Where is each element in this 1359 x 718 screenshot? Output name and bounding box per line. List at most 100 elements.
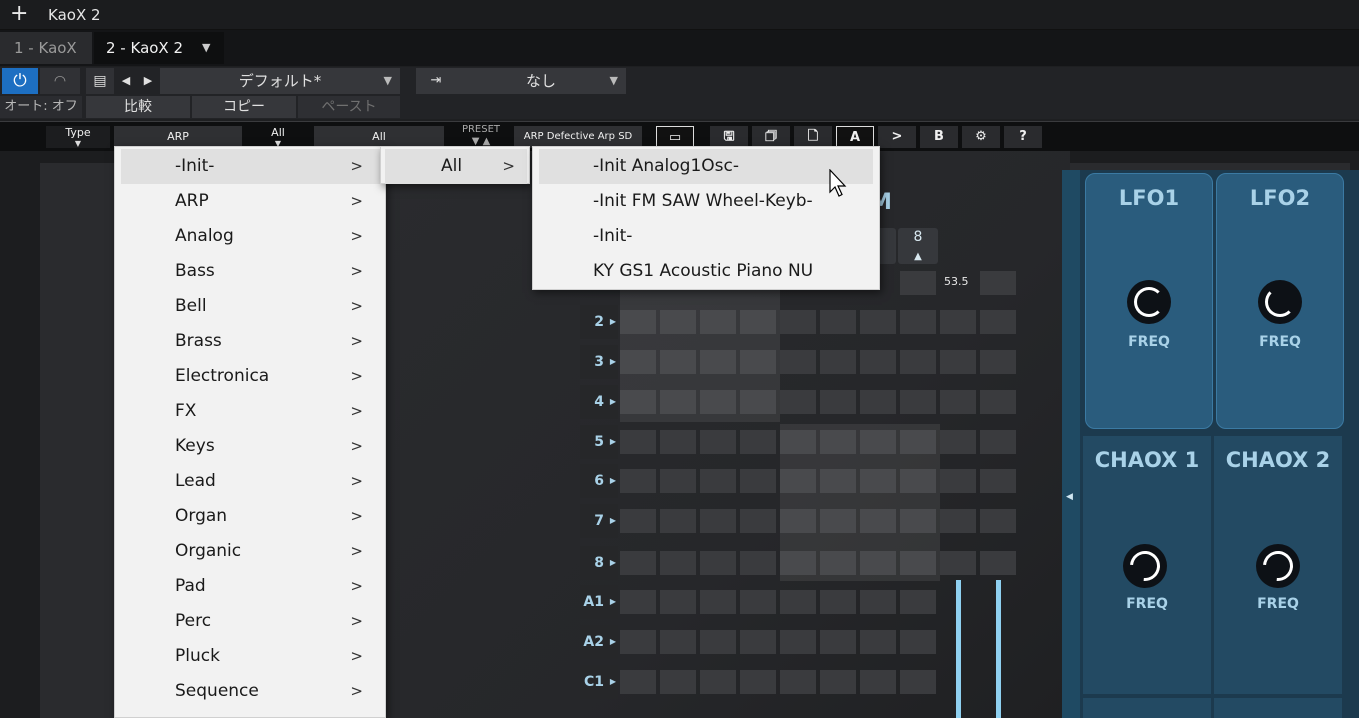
matrix-row-label[interactable]: A2 ▶ (580, 625, 618, 659)
slot-b-button[interactable]: B (920, 126, 958, 148)
window-view-button[interactable]: ▭ (656, 126, 694, 148)
matrix-cell[interactable] (780, 590, 816, 614)
matrix-cell[interactable] (940, 551, 976, 575)
matrix-cell[interactable] (820, 630, 856, 654)
copy-button[interactable]: コピー (192, 96, 296, 118)
menu-item[interactable]: Organic > (121, 534, 381, 569)
type-select[interactable]: ARP (114, 126, 242, 148)
matrix-cell[interactable] (980, 310, 1016, 334)
menu-item[interactable]: -Init- (539, 219, 873, 254)
preset-nav[interactable]: PRESET ▼ ▲ (452, 124, 510, 147)
chaox2-card[interactable]: CHAOX 2 FREQ (1214, 436, 1342, 694)
matrix-cell[interactable] (940, 310, 976, 334)
matrix-cell[interactable] (900, 390, 936, 414)
chaox2-freq-knob[interactable] (1256, 544, 1300, 588)
power-button[interactable]: ⏻ (2, 68, 38, 94)
settings-button[interactable]: ⚙ (962, 126, 1000, 148)
type-filter-button[interactable]: Type ▼ (46, 126, 110, 148)
matrix-cell[interactable] (780, 310, 816, 334)
matrix-cell[interactable] (900, 271, 936, 295)
menu-item[interactable]: Analog > (121, 219, 381, 254)
matrix-cell[interactable] (620, 670, 656, 694)
menu-item[interactable]: Brass > (121, 324, 381, 359)
matrix-row-label[interactable]: 2 ▶ (580, 305, 618, 339)
tab-kaox[interactable]: 1 - KaoX (0, 32, 92, 64)
category-filter-button[interactable]: All ▼ (258, 126, 298, 148)
menu-item[interactable]: -Init- > (121, 149, 381, 184)
matrix-cell[interactable] (860, 310, 896, 334)
menu-item[interactable]: Organ > (121, 499, 381, 534)
matrix-cell[interactable] (700, 590, 736, 614)
matrix-cell[interactable] (820, 390, 856, 414)
menu-item[interactable]: -Init Analog1Osc- (539, 149, 873, 184)
chaox1-card[interactable]: CHAOX 1 FREQ (1083, 436, 1211, 694)
matrix-cell[interactable] (900, 350, 936, 374)
matrix-row-label[interactable]: 3 ▶ (580, 345, 618, 379)
matrix-cell[interactable] (700, 630, 736, 654)
matrix-cell[interactable] (780, 390, 816, 414)
matrix-cell[interactable] (940, 469, 976, 493)
matrix-cell[interactable] (860, 590, 896, 614)
matrix-cell[interactable] (660, 469, 696, 493)
matrix-cell[interactable] (660, 630, 696, 654)
matrix-cell[interactable] (900, 310, 936, 334)
matrix-cell[interactable] (860, 350, 896, 374)
matrix-row-label[interactable]: 7 ▶ (580, 504, 618, 538)
matrix-row-label[interactable]: 6 ▶ (580, 464, 618, 498)
matrix-cell[interactable] (940, 509, 976, 533)
matrix-cell[interactable] (620, 430, 656, 454)
matrix-cell[interactable] (940, 350, 976, 374)
matrix-cell[interactable] (620, 551, 656, 575)
matrix-cell[interactable] (700, 509, 736, 533)
save-preset-button[interactable]: 🖫 (710, 126, 748, 148)
matrix-cell[interactable] (820, 350, 856, 374)
matrix-row-label[interactable]: 8 ▶ (580, 546, 618, 580)
preset-select[interactable]: デフォルト* ▼ (160, 68, 400, 94)
matrix-cell[interactable] (980, 430, 1016, 454)
slot-a-button[interactable]: A (836, 126, 874, 148)
next-preset-button[interactable]: ▶ (138, 68, 158, 94)
matrix-row-label[interactable]: C1 ▶ (580, 665, 618, 699)
chaox1-freq-knob[interactable] (1123, 544, 1167, 588)
menu-item[interactable]: Keys > (121, 429, 381, 464)
matrix-cell[interactable] (820, 670, 856, 694)
save-as-button[interactable]: 🗇 (752, 126, 790, 148)
matrix-row-label[interactable]: A1 ▶ (580, 585, 618, 619)
lfo2-freq-knob[interactable] (1258, 280, 1302, 324)
preset-list-button[interactable]: ▤ (86, 68, 114, 94)
menu-item[interactable]: KY GS1 Acoustic Piano NU (539, 254, 873, 289)
matrix-cell[interactable] (740, 670, 776, 694)
lfo1-card[interactable]: LFO1 FREQ (1085, 173, 1213, 429)
matrix-cell[interactable] (900, 630, 936, 654)
matrix-cell[interactable] (620, 509, 656, 533)
menu-item[interactable]: Lead > (121, 464, 381, 499)
matrix-cell[interactable] (660, 509, 696, 533)
automation-button[interactable]: オート: オフ (0, 96, 82, 118)
matrix-cell[interactable] (700, 551, 736, 575)
matrix-cell[interactable] (940, 430, 976, 454)
matrix-cell[interactable] (940, 390, 976, 414)
matrix-cell[interactable] (780, 630, 816, 654)
matrix-cell[interactable] (660, 430, 696, 454)
matrix-cell[interactable] (980, 509, 1016, 533)
matrix-cell[interactable] (780, 350, 816, 374)
menu-item[interactable]: Sequence > (121, 674, 381, 709)
matrix-cell[interactable] (980, 271, 1016, 295)
compare-button[interactable]: 比較 (86, 96, 190, 118)
matrix-cell[interactable] (660, 551, 696, 575)
matrix-cell[interactable] (780, 670, 816, 694)
chevron-down-icon[interactable]: ▼ (202, 32, 210, 64)
matrix-cell[interactable] (740, 509, 776, 533)
matrix-row-label[interactable]: 5 ▶ (580, 425, 618, 459)
matrix-cell[interactable] (620, 590, 656, 614)
menu-item[interactable]: Perc > (121, 604, 381, 639)
paste-button[interactable]: ペースト (298, 96, 400, 118)
menu-item[interactable]: All > (385, 149, 527, 184)
matrix-cell[interactable] (860, 630, 896, 654)
menu-item[interactable]: ARP > (121, 184, 381, 219)
add-icon[interactable]: + (10, 3, 28, 25)
browse-presets-button[interactable]: 🗋 (794, 126, 832, 148)
matrix-cell[interactable] (660, 670, 696, 694)
matrix-cell[interactable] (820, 590, 856, 614)
copy-a-to-b-button[interactable]: > (878, 126, 916, 148)
